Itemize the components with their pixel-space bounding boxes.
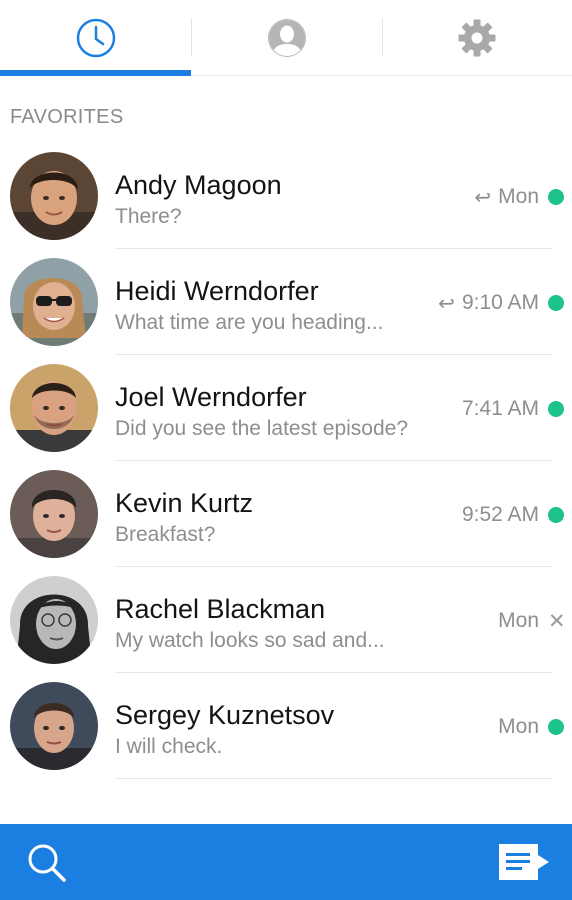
message-time: Mon [498, 609, 539, 632]
row-meta: ↩ 9:10 AM [438, 289, 564, 317]
x-icon: ✕ [548, 609, 566, 633]
message-time: 9:10 AM [461, 291, 539, 314]
person-icon [267, 19, 306, 57]
compose-message-icon [499, 844, 549, 880]
online-status-dot [548, 401, 564, 417]
message-preview: There? [115, 205, 182, 228]
message-preview: Breakfast? [115, 523, 216, 546]
tab-contacts[interactable] [191, 0, 382, 76]
reply-icon: ↩ [474, 186, 492, 209]
avatar [10, 576, 98, 664]
contact-row[interactable]: Joel Werndorfer Did you see the latest e… [0, 355, 572, 461]
bottom-action-bar [0, 824, 572, 900]
row-meta: 9:52 AM [462, 501, 564, 529]
search-icon [28, 844, 66, 882]
contact-row[interactable]: Kevin Kurtz Breakfast? 9:52 AM [0, 461, 572, 567]
message-time: 9:52 AM [461, 503, 539, 526]
online-status-dot [548, 719, 564, 735]
active-tab-indicator [0, 70, 191, 76]
avatar [10, 152, 98, 240]
contact-name: Sergey Kuznetsov [115, 700, 335, 730]
contact-row[interactable]: Rachel Blackman My watch looks so sad an… [0, 567, 572, 673]
contact-name: Joel Werndorfer [115, 382, 307, 412]
contact-name: Rachel Blackman [115, 594, 326, 624]
avatar [10, 470, 98, 558]
avatar [10, 682, 98, 770]
avatar [10, 258, 98, 346]
search-button[interactable] [22, 838, 72, 888]
message-time: Mon [498, 185, 539, 208]
row-meta: ↩ Mon [474, 183, 564, 211]
divider [115, 778, 552, 779]
clock-icon [76, 18, 115, 58]
tab-settings[interactable] [382, 0, 572, 76]
tab-recent[interactable] [0, 0, 191, 76]
contact-row[interactable]: Sergey Kuznetsov I will check. Mon [0, 673, 572, 779]
message-preview: I will check. [115, 735, 223, 758]
message-preview: My watch looks so sad and... [115, 629, 385, 652]
avatar [10, 364, 98, 452]
message-preview: What time are you heading... [115, 311, 384, 334]
reply-icon: ↩ [438, 292, 455, 315]
row-meta: Mon ✕ [498, 607, 566, 635]
compose-button[interactable] [496, 841, 552, 883]
contact-name: Kevin Kurtz [115, 488, 254, 518]
contact-list: Andy Magoon There? ↩ Mon Heidi Werndorfe… [0, 143, 572, 779]
gear-icon [458, 19, 496, 57]
online-status-dot [548, 507, 564, 523]
contact-row[interactable]: Andy Magoon There? ↩ Mon [0, 143, 572, 249]
message-time: 7:41 AM [461, 397, 539, 420]
tab-bar [0, 0, 572, 76]
online-status-dot [548, 189, 564, 205]
contact-name: Andy Magoon [115, 170, 282, 200]
row-meta: 7:41 AM [462, 395, 564, 423]
message-time: Mon [498, 715, 539, 738]
row-meta: Mon [498, 713, 564, 741]
contact-name: Heidi Werndorfer [115, 276, 319, 306]
section-title: FAVORITES [10, 106, 124, 128]
online-status-dot [548, 295, 564, 311]
contact-row[interactable]: Heidi Werndorfer What time are you headi… [0, 249, 572, 355]
message-preview: Did you see the latest episode? [115, 417, 409, 440]
